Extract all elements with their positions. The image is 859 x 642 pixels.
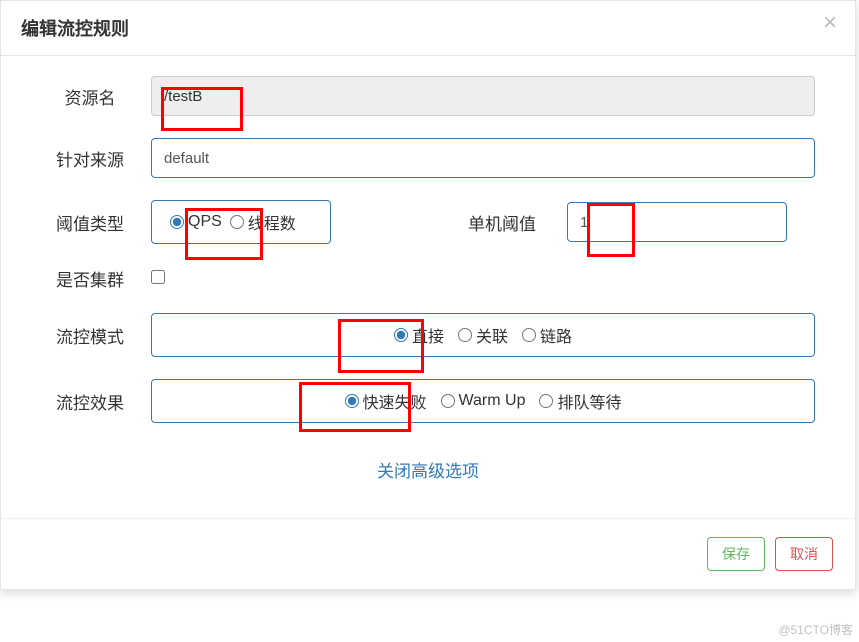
modal-body: 资源名 针对来源 阈值类型 QPS: [1, 56, 855, 518]
label-cluster: 是否集群: [41, 266, 151, 291]
radio-threads-input[interactable]: [230, 215, 244, 229]
resource-input: [151, 76, 815, 116]
cancel-button[interactable]: 取消: [775, 537, 833, 571]
save-button[interactable]: 保存: [707, 537, 765, 571]
limit-app-input[interactable]: [151, 138, 815, 178]
label-resource: 资源名: [41, 84, 151, 109]
radio-threads-label: 线程数: [248, 210, 296, 234]
close-advanced-link[interactable]: 关闭高级选项: [377, 462, 479, 481]
radio-effect-warmup-label: Warm Up: [459, 392, 526, 410]
radio-threads[interactable]: 线程数: [230, 210, 296, 234]
watermark: @51CTO博客: [778, 621, 853, 638]
radio-effect-queue-label: 排队等待: [557, 389, 621, 413]
label-mode: 流控模式: [41, 323, 151, 348]
label-threshold-type: 阈值类型: [41, 210, 151, 235]
radio-mode-relate-input[interactable]: [458, 328, 472, 342]
label-effect: 流控效果: [41, 389, 151, 414]
radio-effect-queue-input[interactable]: [539, 394, 553, 408]
cluster-checkbox[interactable]: [151, 270, 165, 284]
label-single-threshold: 单机阈值: [437, 210, 567, 235]
radio-qps[interactable]: QPS: [170, 213, 222, 231]
modal-footer: 保存 取消: [1, 518, 855, 589]
radio-mode-chain-label: 链路: [540, 323, 572, 347]
radio-qps-input[interactable]: [170, 215, 184, 229]
radio-mode-direct[interactable]: 直接: [394, 323, 444, 347]
row-mode: 流控模式 直接 关联 链路: [41, 313, 815, 357]
radio-mode-relate[interactable]: 关联: [458, 323, 508, 347]
label-limit-app: 针对来源: [41, 146, 151, 171]
row-threshold: 阈值类型 QPS 线程数 单机阈值: [41, 200, 815, 244]
edit-flow-rule-modal: 编辑流控规则 × 资源名 针对来源 阈值类型 QPS: [0, 0, 856, 590]
row-resource: 资源名: [41, 76, 815, 116]
advanced-toggle: 关闭高级选项: [41, 445, 815, 508]
row-cluster: 是否集群: [41, 266, 815, 291]
radio-effect-failfast[interactable]: 快速失败: [345, 389, 427, 413]
radio-effect-failfast-input[interactable]: [345, 394, 359, 408]
row-effect: 流控效果 快速失败 Warm Up 排队等待: [41, 379, 815, 423]
modal-title: 编辑流控规则: [21, 15, 835, 41]
close-icon[interactable]: ×: [823, 11, 837, 35]
radio-effect-warmup-input[interactable]: [441, 394, 455, 408]
radio-mode-chain[interactable]: 链路: [522, 323, 572, 347]
radio-effect-queue[interactable]: 排队等待: [539, 389, 621, 413]
single-threshold-input[interactable]: [567, 202, 787, 242]
radio-mode-chain-input[interactable]: [522, 328, 536, 342]
row-limit-app: 针对来源: [41, 138, 815, 178]
radio-mode-direct-label: 直接: [412, 323, 444, 347]
radio-mode-relate-label: 关联: [476, 323, 508, 347]
radio-effect-warmup[interactable]: Warm Up: [441, 392, 526, 410]
radio-mode-direct-input[interactable]: [394, 328, 408, 342]
modal-header: 编辑流控规则 ×: [1, 1, 855, 56]
radio-qps-label: QPS: [188, 213, 222, 231]
radio-effect-failfast-label: 快速失败: [363, 389, 427, 413]
